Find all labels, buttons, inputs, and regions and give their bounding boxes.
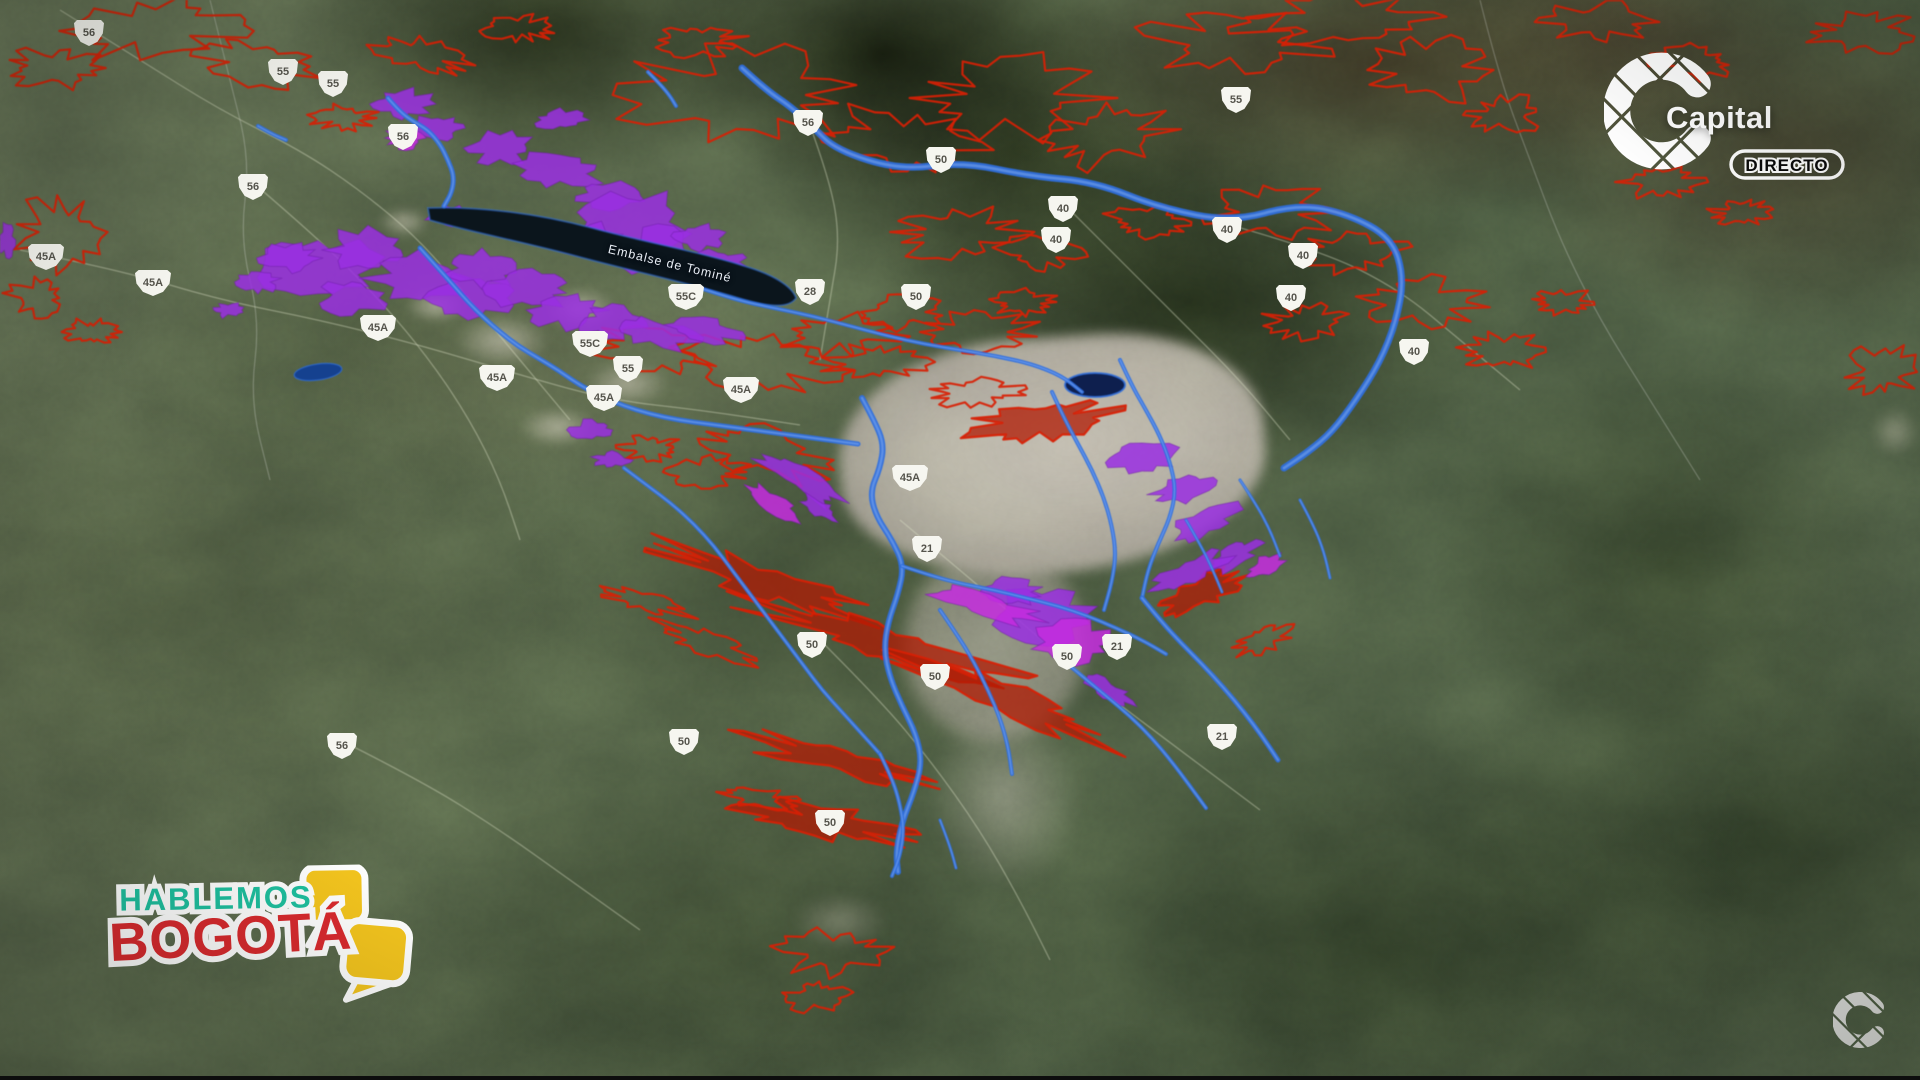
broadcast-frame: 56 55 55 56 56 56 55 45A 45A 45A 45A 45A 45A 45A 55C 55… xyxy=(0,0,1920,1080)
road-shield-number: 45A xyxy=(731,384,751,396)
affected-patch xyxy=(1146,475,1217,504)
fire-perimeter xyxy=(656,28,749,58)
road-shield-number: 56 xyxy=(247,181,259,193)
fire-perimeter xyxy=(861,294,943,332)
capital-wordmark: Capital xyxy=(1666,100,1773,136)
fire-perimeter xyxy=(890,207,1034,261)
fire-perimeter xyxy=(1806,12,1914,54)
road-shield-number: 56 xyxy=(336,740,348,752)
fire-perimeter xyxy=(2,277,60,319)
road-shield-number: 40 xyxy=(1050,234,1062,246)
show-logo-hablemos-bogota: HABLEMOS BOGOTÁ xyxy=(107,863,440,1019)
fire-perimeter xyxy=(1535,0,1660,42)
faint-road xyxy=(250,180,520,540)
live-badge: DIRECTO xyxy=(1728,148,1846,182)
road-shield-number: 21 xyxy=(1216,731,1228,743)
river-path xyxy=(1300,500,1330,578)
fire-perimeter xyxy=(663,455,751,489)
fire-perimeter xyxy=(782,981,853,1013)
fire-perimeter xyxy=(1532,290,1594,316)
road-shield-number: 21 xyxy=(1111,641,1123,653)
fire-perimeter xyxy=(821,344,935,377)
road-shield-number: 50 xyxy=(935,154,947,166)
burn-scar-filled xyxy=(728,729,940,789)
fire-perimeter xyxy=(1038,102,1181,173)
fire-perimeter xyxy=(993,235,1089,272)
road-shield-number: 45A xyxy=(143,277,163,289)
live-badge-text: DIRECTO xyxy=(1745,156,1828,175)
road-shield-number: 45A xyxy=(368,322,388,334)
road-shield-number: 40 xyxy=(1408,346,1420,358)
capital-watermark-icon xyxy=(1833,992,1889,1048)
fire-perimeter xyxy=(190,39,321,90)
fire-perimeter xyxy=(616,435,679,462)
road-shield-number: 40 xyxy=(1057,203,1069,215)
river-highlight xyxy=(1120,360,1175,598)
boundary-line xyxy=(210,0,270,480)
road-shield-number: 40 xyxy=(1221,224,1233,236)
affected-patch xyxy=(591,450,634,467)
river-highlight xyxy=(258,126,286,140)
road-shield-number: 45A xyxy=(36,251,56,263)
fire-perimeter xyxy=(10,48,106,90)
fire-perimeter xyxy=(910,52,1118,143)
fire-perimeter xyxy=(1262,303,1349,342)
affected-patch xyxy=(213,303,244,319)
road-shield-number: 50 xyxy=(1061,651,1073,663)
fire-perimeter xyxy=(1356,274,1490,329)
fire-perimeter xyxy=(1615,166,1708,198)
river-path xyxy=(1120,360,1175,598)
road-shield-number: 55C xyxy=(676,291,696,303)
road-shield-number: 50 xyxy=(806,639,818,651)
fire-perimeter xyxy=(1463,94,1538,132)
small-lake xyxy=(293,361,343,384)
road-shield-number: 56 xyxy=(83,27,95,39)
affected-patch xyxy=(535,108,590,129)
frame-bottom-bar xyxy=(0,1076,1920,1080)
fire-perimeter xyxy=(307,104,379,132)
road-shield-number: 45A xyxy=(594,392,614,404)
fire-perimeter xyxy=(930,377,1028,408)
affected-patch xyxy=(512,152,603,188)
fire-perimeter xyxy=(14,195,108,275)
road-shield-number: 55 xyxy=(277,66,289,78)
fire-perimeter xyxy=(613,43,857,142)
fire-perimeter xyxy=(1845,345,1917,395)
affected-patch xyxy=(567,419,613,439)
fire-perimeter xyxy=(600,586,698,619)
road-shield-number: 55 xyxy=(1230,94,1242,106)
fire-perimeter xyxy=(1367,35,1493,104)
affected-patch xyxy=(1175,501,1244,543)
road-shield-number: 40 xyxy=(1285,292,1297,304)
road-shield-number: 56 xyxy=(802,117,814,129)
road-shield-number: 55C xyxy=(580,338,600,350)
fire-perimeter xyxy=(770,927,894,979)
fire-perimeter xyxy=(479,14,554,42)
affected-patch xyxy=(0,222,16,259)
fire-perimeter xyxy=(648,618,758,668)
road-shield-number: 21 xyxy=(921,543,933,555)
fire-perimeter xyxy=(1456,332,1546,368)
fire-perimeter xyxy=(1707,200,1774,225)
fire-perimeter xyxy=(989,288,1057,317)
road-shield-number: 50 xyxy=(824,817,836,829)
road-shield-number: 45A xyxy=(487,372,507,384)
road-shield-number: 28 xyxy=(804,286,816,298)
road-shield-number: 50 xyxy=(910,291,922,303)
affected-patch xyxy=(744,483,801,524)
fire-perimeter xyxy=(1232,624,1295,657)
fire-perimeter xyxy=(367,36,476,76)
affected-patch xyxy=(319,282,387,317)
road-shield-number: 50 xyxy=(678,736,690,748)
show-title-line2: BOGOTÁ xyxy=(108,900,354,973)
road-shield-number: 45A xyxy=(900,472,920,484)
road-shield-number: 55 xyxy=(327,78,339,90)
road-shield-number: 40 xyxy=(1297,250,1309,262)
road-shield-number: 50 xyxy=(929,671,941,683)
burn-scar-filled xyxy=(961,400,1126,443)
affected-patch xyxy=(463,130,532,165)
fire-perimeter xyxy=(62,319,122,343)
road-shield-number: 55 xyxy=(622,363,634,375)
road-shield-number: 56 xyxy=(397,131,409,143)
